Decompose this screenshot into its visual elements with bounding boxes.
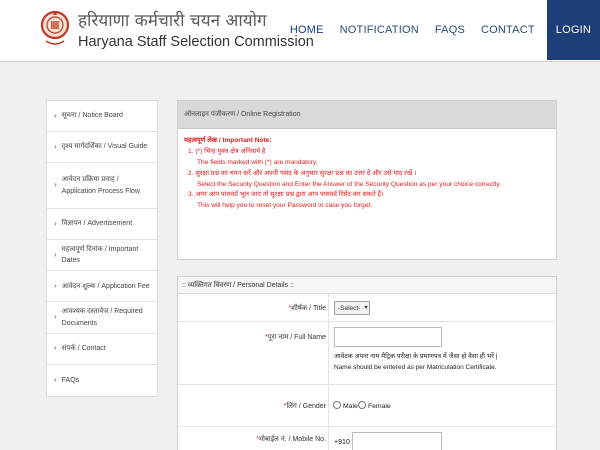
title-select[interactable]: -Select- ▼ (334, 301, 370, 315)
note-3-english: This will help you to reset your Passwor… (197, 202, 373, 210)
sidebar-item-label: आवश्यक दस्तावेज / Required Documents (61, 308, 143, 327)
nav-contact[interactable]: CONTACT (473, 0, 543, 60)
sidebar-item-application-fee[interactable]: › आवेदन शुल्क / Application Fee (47, 271, 157, 303)
sidebar-item-required-documents[interactable]: › आवश्यक दस्तावेज / Required Documents (47, 302, 157, 334)
chevron-right-icon: › (54, 374, 57, 384)
chevron-right-icon: › (54, 312, 57, 322)
column-divider (328, 385, 329, 426)
note-3-hindi: 3. अगर आप पासवर्ड भूल जाए तो सुरक्षा प्र… (188, 191, 384, 199)
important-notes: महत्वपूर्ण लेख / Important Note: 1. (*) … (178, 129, 556, 219)
sidebar-item-label: सूचना / Notice Board (61, 112, 123, 120)
gender-male-radio[interactable] (333, 401, 341, 409)
registration-heading: ऑनलाइन पंजीकरण / Online Registration (178, 101, 556, 129)
column-divider (328, 322, 329, 384)
sidebar-item-label: संपर्क / Contact (61, 345, 106, 353)
nav-home[interactable]: HOME (282, 0, 332, 60)
sidebar-item-label: विज्ञापन / Advertisement (61, 220, 133, 228)
note-1-english: The fields marked with (*) are mandatory… (197, 158, 318, 166)
gender-row: *लिंग / Gender Male Female (178, 385, 558, 427)
sidebar-item-process-flow[interactable]: › आवेदन प्रक्रिया प्रवाह / Application Pr… (47, 163, 157, 209)
gender-female-label: Female (368, 403, 391, 410)
chevron-right-icon: › (54, 141, 57, 151)
full-name-helper: आवेदक अपना नाम मैट्रिक परीक्षा के प्रमाण… (334, 351, 497, 373)
chevron-right-icon: › (54, 110, 57, 120)
title-label: *शीर्षक / Title (288, 305, 326, 312)
note-2-english: Select the Security Question and Enter t… (197, 180, 502, 188)
chevron-right-icon: › (54, 249, 57, 259)
sidebar-item-notice-board[interactable]: › सूचना / Notice Board (47, 101, 157, 132)
nav-notification[interactable]: NOTIFICATION (332, 0, 427, 60)
name-helper-hindi: आवेदक अपना नाम मैट्रिक परीक्षा के प्रमाण… (334, 353, 498, 360)
brand-title-english: Haryana Staff Selection Commission (78, 34, 314, 50)
note-2-hindi: 2. सुरक्षा प्रश्न का चयन करें और अपनी पस… (188, 169, 417, 177)
sidebar-item-important-dates[interactable]: › महत्वपूर्ण दिनांक / Important Dates (47, 240, 157, 272)
hssc-emblem-icon[interactable] (40, 3, 70, 49)
gender-male-label: Male (343, 403, 358, 410)
sidebar-item-contact[interactable]: › संपर्क / Contact (47, 334, 157, 365)
nav-login-button[interactable]: LOGIN (546, 0, 600, 60)
gender-female-radio[interactable] (358, 401, 366, 409)
full-name-label: *पूरा नाम / Full Name (265, 334, 326, 341)
main-nav: HOME NOTIFICATION FAQS CONTACT LOGIN (282, 0, 600, 60)
chevron-right-icon: › (54, 280, 57, 290)
nav-faqs[interactable]: FAQS (427, 0, 473, 60)
mobile-label: *मोबाईल नं. / Mobile No. (256, 436, 326, 443)
note-title: महत्वपूर्ण लेख / Important Note: (184, 137, 272, 144)
site-header: हरियाणा कर्मचारी चयन आयोग Haryana Staff … (0, 0, 600, 62)
title-row: *शीर्षक / Title -Select- ▼ (178, 294, 558, 322)
sidebar-item-label: आवेदन प्रक्रिया प्रवाह / Application Pro… (61, 176, 140, 195)
full-name-row: *पूरा नाम / Full Name आवेदक अपना नाम मैट… (178, 322, 558, 385)
mobile-input[interactable] (352, 432, 442, 450)
sidebar-item-label: महत्वपूर्ण दिनांक / Important Dates (61, 246, 139, 265)
note-1-hindi: 1. (*) चिन्ह युक्त क्षेत्र अनिवार्य है (188, 147, 266, 155)
registration-panel: ऑनलाइन पंजीकरण / Online Registration महत… (177, 100, 557, 260)
mobile-row: *मोबाईल नं. / Mobile No. +91 0 (178, 427, 558, 450)
column-divider (328, 294, 329, 321)
mobile-prefix-zero: 0 (346, 439, 350, 446)
personal-details-form: :: व्यक्तिगत विवरण / Personal Details ::… (177, 276, 558, 450)
sidebar-item-label: दृश्य मार्गदर्शिका / Visual Guide (61, 143, 148, 151)
sidebar-item-faqs[interactable]: › FAQs (47, 365, 157, 396)
brand-title-hindi: हरियाणा कर्मचारी चयन आयोग (78, 11, 267, 31)
sidebar: › सूचना / Notice Board › दृश्य मार्गदर्शिक… (46, 100, 158, 397)
full-name-input[interactable] (334, 327, 442, 347)
sidebar-item-advertisement[interactable]: › विज्ञापन / Advertisement (47, 209, 157, 240)
gender-label: *लिंग / Gender (283, 403, 326, 410)
chevron-right-icon: › (54, 180, 57, 190)
chevron-right-icon: › (54, 218, 57, 228)
personal-details-heading: :: व्यक्तिगत विवरण / Personal Details :: (178, 277, 556, 294)
mobile-prefix: +91 (334, 439, 346, 446)
chevron-right-icon: › (54, 343, 57, 353)
sidebar-item-label: आवेदन शुल्क / Application Fee (61, 282, 150, 290)
column-divider (328, 427, 329, 450)
sidebar-item-label: FAQs (61, 376, 80, 384)
name-helper-english: Name should be entered as per Matriculat… (334, 364, 497, 372)
dropdown-arrow-icon: ▼ (363, 305, 369, 311)
sidebar-item-visual-guide[interactable]: › दृश्य मार्गदर्शिका / Visual Guide (47, 132, 157, 163)
